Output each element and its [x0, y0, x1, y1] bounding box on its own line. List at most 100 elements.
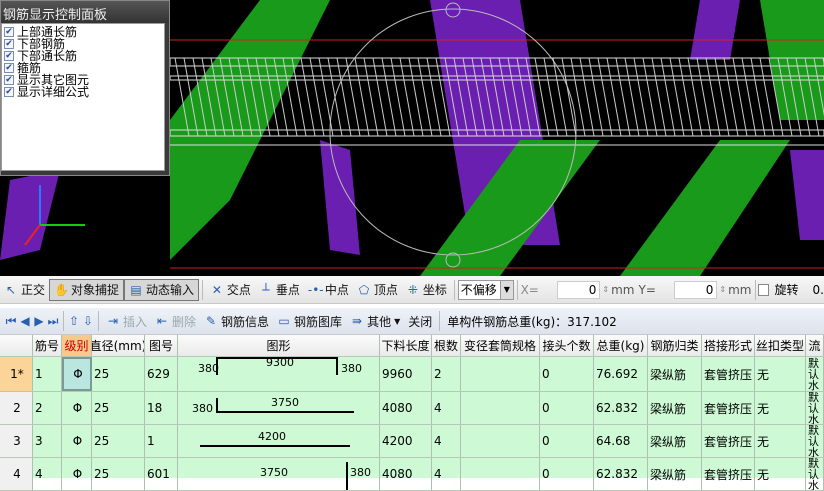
cell-thread[interactable]: 无	[755, 392, 806, 424]
cell-cls[interactable]: 梁纵筋	[648, 392, 702, 424]
cell-lap[interactable]: 套管挤压	[702, 392, 755, 424]
object-snap-button[interactable]: ✋ 对象捕捉	[49, 278, 125, 301]
dynamic-input-button[interactable]: ▤ 动态输入	[124, 278, 200, 301]
cell-flow[interactable]: 默认水	[806, 458, 824, 490]
column-header[interactable]: 下料长度	[380, 335, 432, 356]
column-header[interactable]: 直径(mm)	[92, 335, 145, 356]
cell-len[interactable]: 4080	[380, 458, 432, 490]
cell-weight[interactable]: 76.692	[594, 357, 648, 391]
cell-dia[interactable]: 25	[92, 392, 145, 424]
cell-grade[interactable]: Φ	[62, 425, 92, 457]
column-header[interactable]	[0, 335, 33, 356]
other-menu-button[interactable]: ⇛ 其他 ▼	[346, 310, 404, 332]
table-row[interactable]: 1* 1 Φ 25 629 380 9300 380 9960 2 0 76.692 梁纵筋 套管挤压无默…	[0, 357, 824, 392]
intersect-button[interactable]: ✕ 交点	[206, 279, 255, 301]
cell-grade[interactable]: Φ	[62, 357, 92, 391]
cell-rn[interactable]: 3	[0, 425, 33, 457]
table-row[interactable]: 2 2 Φ 25 18 380 3750 4080 4 0 62.832 梁纵筋 套管挤压无默认水	[0, 392, 824, 425]
cell-reducer[interactable]	[461, 392, 540, 424]
column-header[interactable]: 筋号	[33, 335, 62, 356]
column-header[interactable]: 搭接形式	[702, 335, 755, 356]
cell-len[interactable]: 9960	[380, 357, 432, 391]
panel-checkbox-item[interactable]: ✔ 显示详细公式	[2, 86, 164, 98]
column-header[interactable]: 接头个数	[540, 335, 594, 356]
cell-weight[interactable]: 62.832	[594, 392, 648, 424]
cell-reducer[interactable]	[461, 357, 540, 391]
cell-len[interactable]: 4200	[380, 425, 432, 457]
rebar-shape-cell[interactable]: 380 3750	[178, 392, 380, 424]
cell-thread[interactable]: 无	[755, 458, 806, 490]
cell-flow[interactable]: 默认水	[806, 425, 824, 457]
cell-rn[interactable]: 2	[0, 392, 33, 424]
cell-fig[interactable]: 601	[145, 458, 178, 490]
cell-rn[interactable]: 1*	[0, 357, 33, 391]
cell-count[interactable]: 4	[432, 392, 461, 424]
cell-reducer[interactable]	[461, 458, 540, 490]
cell-count[interactable]: 4	[432, 458, 461, 490]
cell-thread[interactable]: 无	[755, 357, 806, 391]
cell-no[interactable]: 1	[33, 357, 62, 391]
column-header[interactable]: 变径套筒规格	[461, 335, 540, 356]
cell-joints[interactable]: 0	[540, 458, 594, 490]
x-input[interactable]: 0	[556, 280, 601, 299]
first-record-icon[interactable]: ⏮	[4, 314, 18, 329]
cell-joints[interactable]: 0	[540, 357, 594, 391]
move-up-icon[interactable]: ⇧	[67, 314, 81, 328]
cell-weight[interactable]: 62.832	[594, 458, 648, 490]
column-header[interactable]: 根数	[432, 335, 461, 356]
cell-grade[interactable]: Φ	[62, 392, 92, 424]
cell-dia[interactable]: 25	[92, 458, 145, 490]
delete-button[interactable]: ⇤ 删除	[151, 310, 200, 332]
last-record-icon[interactable]: ⏭	[46, 314, 60, 329]
cell-fig[interactable]: 1	[145, 425, 178, 457]
column-header[interactable]: 图形	[178, 335, 380, 356]
midpoint-button[interactable]: -•- 中点	[304, 279, 353, 301]
cell-dia[interactable]: 25	[92, 357, 145, 391]
cell-grade[interactable]: Φ	[62, 458, 92, 490]
vertex-button[interactable]: ⬠ 顶点	[353, 279, 402, 301]
ortho-button[interactable]: ↖ 正交	[0, 279, 49, 301]
cell-joints[interactable]: 0	[540, 392, 594, 424]
rotate-checkbox[interactable]	[758, 283, 769, 296]
x-spinner[interactable]: ⇕	[602, 285, 609, 294]
cell-fig[interactable]: 629	[145, 357, 178, 391]
cell-no[interactable]: 4	[33, 458, 62, 490]
column-header[interactable]: 流	[806, 335, 824, 356]
rebar-shape-cell[interactable]: 4200	[178, 425, 380, 457]
cell-flow[interactable]: 默认水	[806, 357, 824, 391]
cell-cls[interactable]: 梁纵筋	[648, 458, 702, 490]
cell-lap[interactable]: 套管挤压	[702, 458, 755, 490]
cell-dia[interactable]: 25	[92, 425, 145, 457]
move-down-icon[interactable]: ⇩	[81, 314, 95, 328]
3d-viewport[interactable]: 钢筋显示控制面板 ✔ 上部通长筋 ✔ 下部钢筋 ✔ 下部通长筋 ✔ 箍筋 ✔ 显示其它图元 ✔ 显示详…	[0, 0, 824, 276]
cell-joints[interactable]: 0	[540, 425, 594, 457]
column-header[interactable]: 总重(kg)	[594, 335, 648, 356]
column-header[interactable]: 丝扣类型	[755, 335, 806, 356]
column-header[interactable]: 钢筋归类	[648, 335, 702, 356]
cell-count[interactable]: 4	[432, 425, 461, 457]
column-header[interactable]: 级别	[62, 335, 92, 356]
rebar-library-button[interactable]: ▭ 钢筋图库	[273, 310, 346, 332]
perpendicular-button[interactable]: ┴ 垂点	[255, 279, 304, 301]
rebar-shape-cell[interactable]: 3750 380	[178, 458, 380, 490]
cell-lap[interactable]: 套管挤压	[702, 357, 755, 391]
offset-select[interactable]: 不偏移 ▼	[457, 279, 514, 300]
cell-fig[interactable]: 18	[145, 392, 178, 424]
cell-flow[interactable]: 默认水	[806, 392, 824, 424]
cell-count[interactable]: 2	[432, 357, 461, 391]
cell-rn[interactable]: 4	[0, 458, 33, 490]
table-row[interactable]: 3 3 Φ 25 1 4200 4200 4 0 64.68 梁纵筋 套管挤压无默认水	[0, 425, 824, 458]
close-button[interactable]: 关闭	[404, 310, 436, 332]
coordinate-button[interactable]: ⁜ 坐标	[402, 279, 451, 301]
cell-cls[interactable]: 梁纵筋	[648, 357, 702, 391]
table-row[interactable]: 4 4 Φ 25 601 3750 380 4080 4 0 62.832 梁纵筋 套管挤压无默认水	[0, 458, 824, 491]
prev-record-icon[interactable]: ◀	[18, 314, 32, 328]
cell-lap[interactable]: 套管挤压	[702, 425, 755, 457]
insert-button[interactable]: ⇥ 插入	[102, 310, 151, 332]
column-header[interactable]: 图号	[145, 335, 178, 356]
rebar-shape-cell[interactable]: 380 9300 380	[178, 357, 380, 391]
cell-len[interactable]: 4080	[380, 392, 432, 424]
cell-no[interactable]: 3	[33, 425, 62, 457]
cell-thread[interactable]: 无	[755, 425, 806, 457]
cell-cls[interactable]: 梁纵筋	[648, 425, 702, 457]
